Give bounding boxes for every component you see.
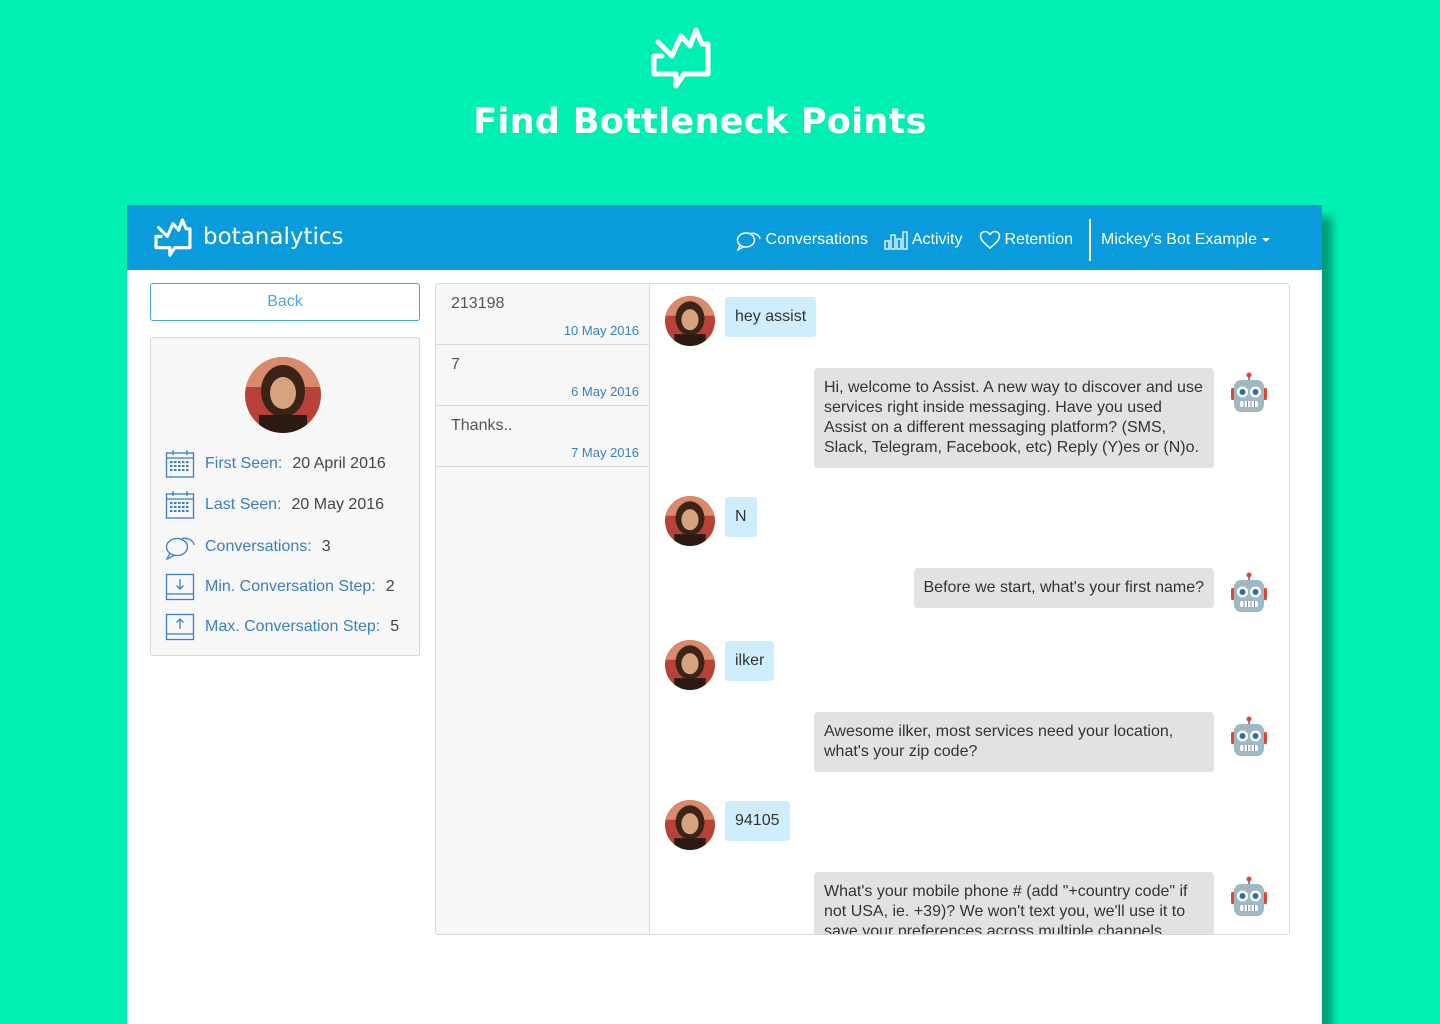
- conversations-value: 3: [321, 538, 331, 555]
- bot-selector-dropdown[interactable]: Mickey's Bot Example: [1101, 231, 1270, 249]
- user-avatar: [245, 357, 321, 433]
- message-thread[interactable]: hey assist Hi, welcome to Assist. A new …: [651, 284, 1289, 934]
- conversations-stat: Conversations: 3: [165, 531, 331, 563]
- heart-icon: [979, 230, 1000, 249]
- robot-icon: [1231, 716, 1267, 756]
- nav-activity-label: Activity: [911, 231, 963, 248]
- conversation-item[interactable]: 213198 10 May 2016: [436, 284, 649, 345]
- conversation-date: 7 May 2016: [571, 445, 639, 460]
- botanalytics-logo-icon: [651, 27, 711, 89]
- last-seen-value: 20 May 2016: [291, 496, 385, 513]
- conversation-list[interactable]: 213198 10 May 2016 7 6 May 2016 Thanks..…: [436, 284, 650, 934]
- max-step-value: 5: [390, 618, 400, 635]
- min-step-stat: Min. Conversation Step: 2: [165, 571, 395, 603]
- bar-chart-icon: [884, 231, 908, 250]
- conversation-item[interactable]: Thanks.. 7 May 2016: [436, 406, 649, 467]
- upload-icon: [165, 613, 195, 641]
- conversation-date: 10 May 2016: [563, 323, 639, 338]
- last-seen-label: Last Seen:: [205, 496, 282, 513]
- first-seen-stat: First Seen: 20 April 2016: [165, 448, 386, 480]
- user-avatar: [665, 496, 715, 546]
- user-message: ilker: [725, 641, 775, 681]
- last-seen-stat: Last Seen: 20 May 2016: [165, 489, 384, 521]
- conversation-date: 6 May 2016: [571, 384, 639, 399]
- conversation-viewer: 213198 10 May 2016 7 6 May 2016 Thanks..…: [435, 283, 1290, 935]
- nav-retention-label: Retention: [1004, 231, 1074, 248]
- page-title: Find Bottleneck Points: [473, 102, 927, 142]
- calendar-icon: [165, 491, 195, 519]
- brand-name: botanalytics: [203, 224, 344, 250]
- nav-conversations-label: Conversations: [765, 231, 868, 248]
- bot-message: Awesome ilker, most services need your l…: [814, 712, 1214, 772]
- back-button[interactable]: Back: [150, 283, 420, 321]
- conversations-label: Conversations:: [205, 538, 312, 555]
- conversation-title: 7: [451, 356, 460, 373]
- conversation-title: Thanks..: [451, 417, 513, 434]
- robot-icon: [1231, 572, 1267, 612]
- robot-icon: [1231, 876, 1267, 916]
- nav-conversations[interactable]: Conversations: [736, 229, 868, 251]
- bot-selector-label: Mickey's Bot Example: [1101, 231, 1257, 248]
- min-step-value: 2: [385, 578, 395, 595]
- first-seen-value: 20 April 2016: [292, 455, 386, 472]
- user-avatar: [665, 296, 715, 346]
- user-avatar: [665, 640, 715, 690]
- download-icon: [165, 573, 195, 601]
- bot-message: What's your mobile phone # (add "+countr…: [814, 872, 1214, 934]
- max-step-label: Max. Conversation Step:: [205, 618, 381, 635]
- app-window: botanalytics Conversations Activity Rete…: [127, 205, 1322, 1024]
- max-step-stat: Max. Conversation Step: 5: [165, 611, 399, 643]
- chat-bubbles-icon: [736, 232, 761, 251]
- brand[interactable]: botanalytics: [153, 213, 344, 261]
- first-seen-label: First Seen:: [205, 455, 283, 472]
- nav-activity[interactable]: Activity: [884, 230, 963, 250]
- bot-message: Hi, welcome to Assist. A new way to disc…: [814, 368, 1214, 468]
- caret-down-icon: [1262, 238, 1270, 242]
- user-avatar: [665, 800, 715, 850]
- user-message: N: [725, 497, 757, 537]
- nav-retention[interactable]: Retention: [979, 230, 1074, 250]
- nav-divider: [1089, 219, 1091, 261]
- min-step-label: Min. Conversation Step:: [205, 578, 376, 595]
- user-message: hey assist: [725, 297, 817, 337]
- chat-bubbles-icon: [165, 537, 195, 560]
- conversation-item[interactable]: 7 6 May 2016: [436, 345, 649, 406]
- robot-icon: [1231, 372, 1267, 412]
- brand-logo-icon: [154, 218, 192, 257]
- user-profile-card: First Seen: 20 April 2016 Last Seen: 20 …: [150, 337, 420, 656]
- top-navbar: botanalytics Conversations Activity Rete…: [127, 205, 1322, 270]
- calendar-icon: [165, 450, 195, 478]
- user-message: 94105: [725, 801, 790, 841]
- bot-message: Before we start, what's your first name?: [913, 568, 1214, 608]
- main-nav: Conversations Activity Retention Mickey'…: [720, 219, 1270, 261]
- conversation-title: 213198: [451, 295, 505, 312]
